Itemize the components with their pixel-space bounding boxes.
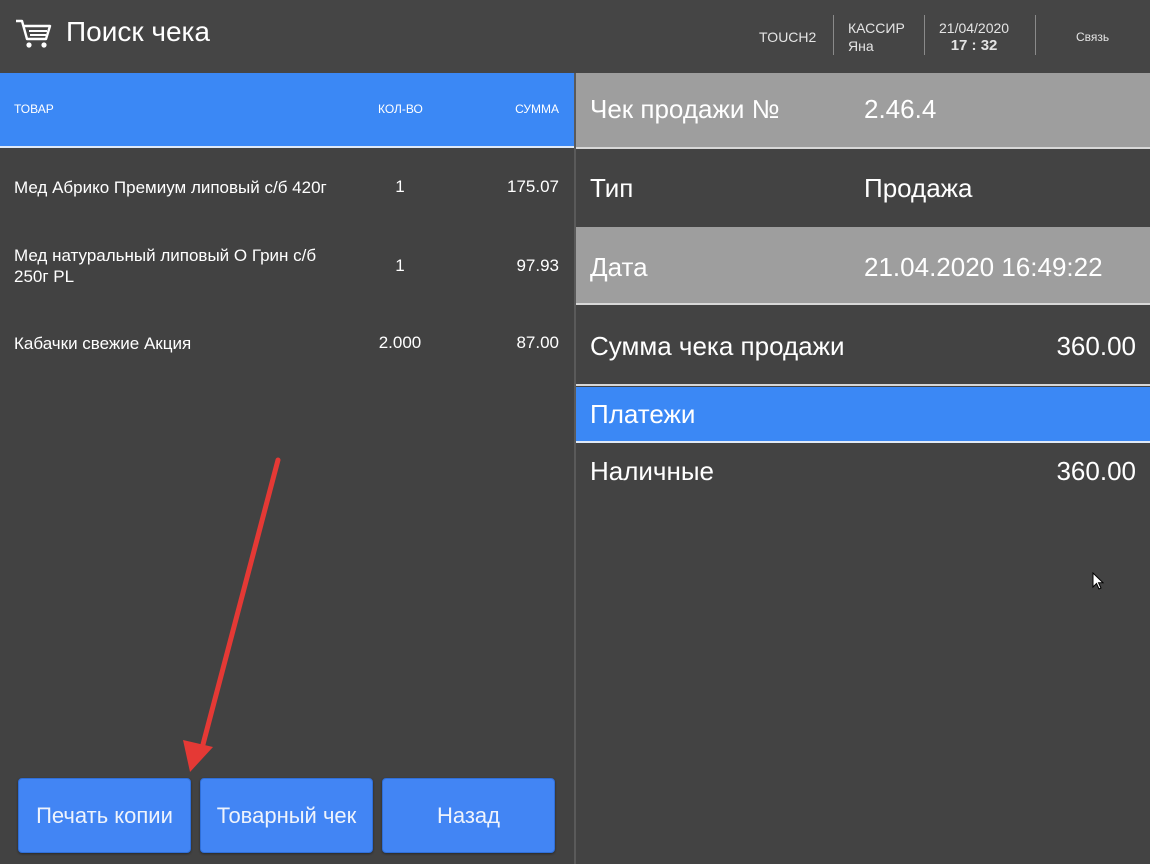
table-row[interactable]: Кабачки свежие Акция 2.000 87.00 bbox=[0, 305, 574, 383]
item-name: Кабачки свежие Акция bbox=[14, 334, 192, 353]
connection-status[interactable]: Связь bbox=[1076, 0, 1109, 73]
sales-receipt-button[interactable]: Товарный чек bbox=[200, 778, 373, 853]
receipt-date-label: Дата bbox=[590, 252, 648, 282]
receipt-type-label: Тип bbox=[590, 173, 634, 203]
datetime-info: 21/04/2020 17 : 32 bbox=[939, 0, 1009, 73]
item-qty: 2.000 bbox=[378, 333, 422, 352]
table-row[interactable]: Мед Абрико Премиум липовый с/б 420г 1 17… bbox=[0, 149, 574, 227]
cart-icon bbox=[16, 19, 52, 48]
table-row[interactable]: Мед натуральный липовый О Грин с/б 250г … bbox=[0, 227, 574, 305]
column-item: ТОВАР bbox=[14, 102, 54, 116]
header-date: 21/04/2020 bbox=[939, 19, 1010, 36]
terminal-name: TOUCH2 bbox=[759, 28, 817, 45]
header-time: 17 : 32 bbox=[950, 36, 998, 54]
payments-header-label: Платежи bbox=[590, 399, 696, 429]
receipt-number-row: Чек продажи № 2.46.4 bbox=[576, 73, 1150, 149]
item-sum: 87.00 bbox=[516, 333, 559, 352]
item-name: Мед Абрико Премиум липовый с/б 420г bbox=[14, 178, 327, 197]
item-qty: 1 bbox=[395, 256, 405, 275]
cashier-label: КАССИР bbox=[848, 19, 905, 36]
items-panel: ТОВАР КОЛ-ВО СУММА Мед Абрико Премиум ли… bbox=[0, 73, 574, 864]
column-qty: КОЛ-ВО bbox=[378, 102, 423, 116]
receipt-number-label: Чек продажи № bbox=[590, 94, 780, 124]
item-sum: 97.93 bbox=[516, 256, 559, 275]
items-table-header: ТОВАР КОЛ-ВО СУММА bbox=[0, 73, 574, 148]
header-divider bbox=[924, 15, 925, 55]
cashier-name: Яна bbox=[848, 37, 874, 54]
payment-amount: 360.00 bbox=[1056, 456, 1136, 486]
receipt-type-row: Тип Продажа bbox=[576, 149, 1150, 227]
header-divider bbox=[833, 15, 834, 55]
print-copy-button[interactable]: Печать копии bbox=[18, 778, 191, 853]
connection-label: Связь bbox=[1076, 29, 1110, 44]
receipt-type-value: Продажа bbox=[864, 173, 973, 203]
payments-header: Платежи bbox=[576, 387, 1150, 443]
back-button[interactable]: Назад bbox=[382, 778, 555, 853]
receipt-details-panel: Чек продажи № 2.46.4 Тип Продажа Дата 21… bbox=[574, 73, 1150, 864]
payment-method: Наличные bbox=[590, 456, 714, 486]
item-name: Мед натуральный липовый О Грин с/б 250г … bbox=[14, 246, 317, 286]
receipt-date-row: Дата 21.04.2020 16:49:22 bbox=[576, 227, 1150, 305]
receipt-number-value: 2.46.4 bbox=[864, 94, 937, 124]
item-qty: 1 bbox=[395, 177, 405, 196]
column-sum: СУММА bbox=[515, 102, 559, 116]
cashier-info: КАССИР Яна bbox=[848, 0, 905, 73]
receipt-total-row: Сумма чека продажи 360.00 bbox=[576, 305, 1150, 386]
receipt-total-label: Сумма чека продажи bbox=[590, 331, 845, 361]
item-sum: 175.07 bbox=[507, 177, 559, 196]
top-bar: Поиск чека TOUCH2 КАССИР Яна 21/04/2020 … bbox=[0, 0, 1150, 73]
header-divider bbox=[1035, 15, 1036, 55]
page-title: Поиск чека bbox=[66, 16, 210, 47]
receipt-date-value: 21.04.2020 16:49:22 bbox=[864, 252, 1103, 282]
receipt-total-value: 360.00 bbox=[1056, 331, 1136, 361]
mouse-cursor-icon bbox=[1092, 572, 1105, 590]
terminal-label: TOUCH2 bbox=[759, 0, 816, 73]
payment-row: Наличные 360.00 bbox=[576, 443, 1150, 499]
